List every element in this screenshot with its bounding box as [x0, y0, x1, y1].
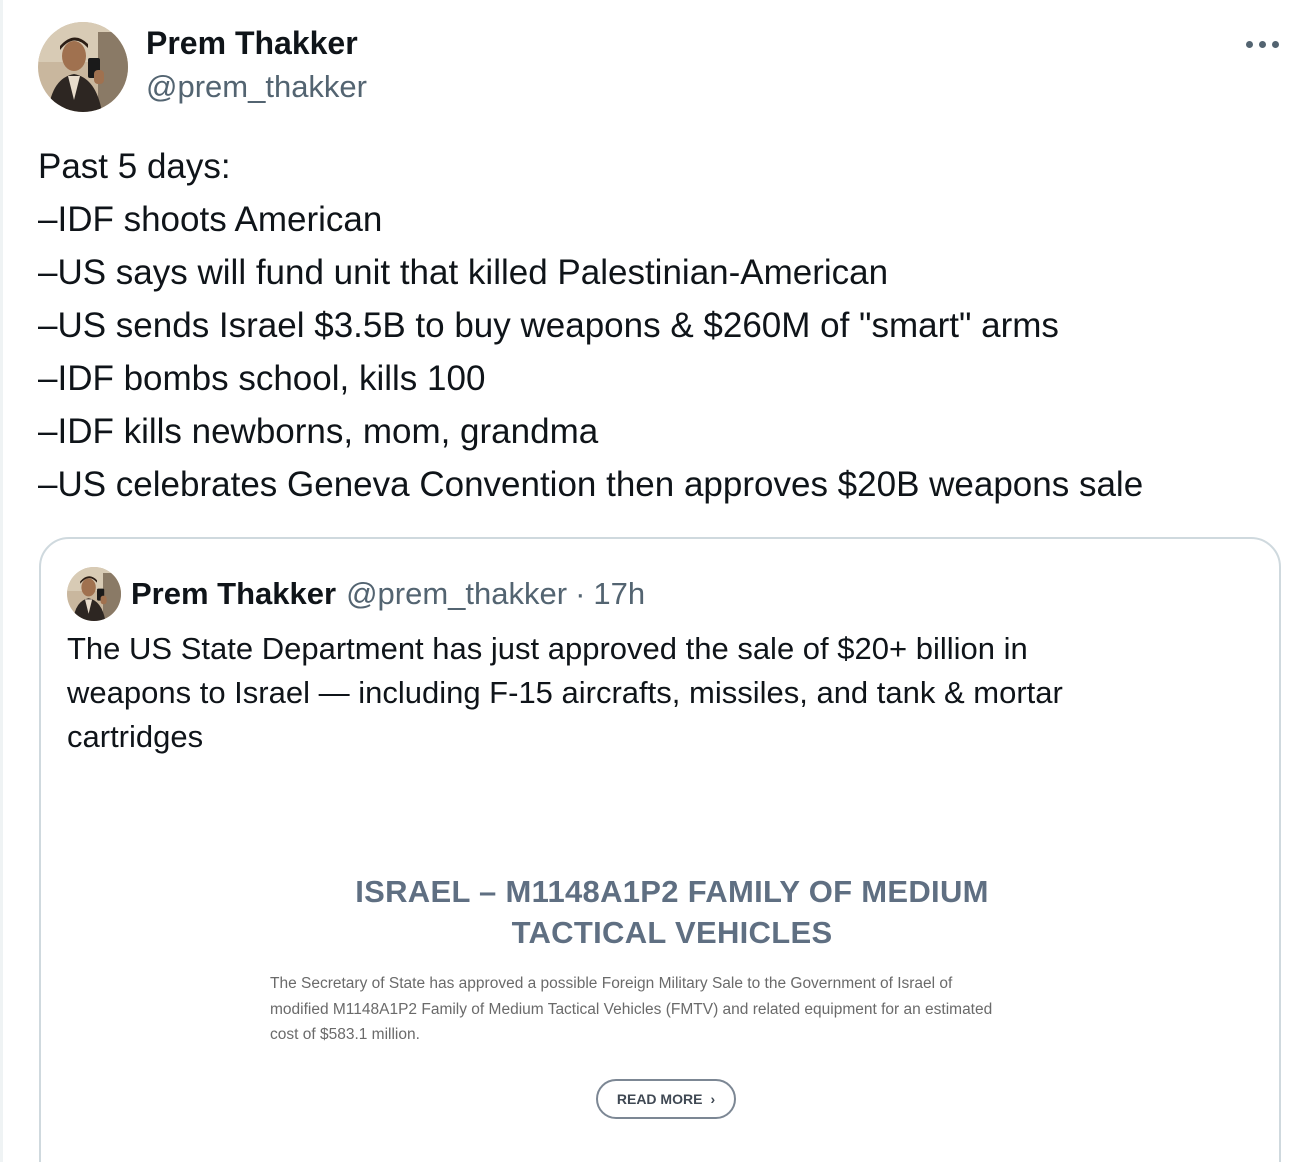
read-more-label: READ MORE	[616, 1091, 703, 1107]
media-title-line: TACTICAL VEHICLES	[511, 915, 833, 950]
author-avatar[interactable]	[38, 22, 128, 112]
media-desc-line: cost of $583.1 million.	[270, 1026, 420, 1043]
tweet-text-line: –IDF shoots American	[38, 200, 383, 239]
quoted-tweet-card[interactable]: Prem Thakker @prem_thakker · 17h The US …	[39, 537, 1281, 1162]
quoted-text-line: cartridges	[67, 719, 204, 754]
quoted-author-name[interactable]: Prem Thakker	[131, 576, 336, 612]
quoted-timestamp[interactable]: 17h	[593, 576, 645, 612]
more-dot	[1246, 41, 1253, 48]
quoted-text-line: weapons to Israel — including F-15 aircr…	[67, 675, 1063, 710]
media-title: ISRAEL – M1148A1P2 FAMILY OF MEDIUM TACT…	[41, 871, 1303, 953]
tweet-text-line: –US celebrates Geneva Convention then ap…	[38, 465, 1144, 504]
quoted-media-image[interactable]: ISRAEL – M1148A1P2 FAMILY OF MEDIUM TACT…	[41, 789, 1279, 1162]
more-dot	[1272, 41, 1279, 48]
quoted-author-handle[interactable]: @prem_thakker	[346, 576, 567, 612]
media-desc-line: modified M1148A1P2 Family of Medium Tact…	[270, 1000, 993, 1018]
user-avatar-photo-icon	[67, 567, 121, 621]
read-more-button[interactable]: READ MORE ›	[596, 1079, 736, 1119]
quoted-author-avatar[interactable]	[67, 567, 121, 621]
more-options-icon[interactable]	[1240, 30, 1284, 58]
author-handle[interactable]: @prem_thakker	[146, 68, 367, 106]
tweet-text-line: Past 5 days:	[38, 147, 231, 186]
tweet-text: Past 5 days: –IDF shoots American –US sa…	[38, 140, 1288, 511]
quoted-tweet-text: The US State Department has just approve…	[67, 627, 1247, 759]
tweet-text-line: –IDF kills newborns, mom, grandma	[38, 412, 599, 451]
tweet-text-line: –US sends Israel $3.5B to buy weapons & …	[38, 306, 1059, 345]
media-desc-line: The Secretary of State has approved a po…	[270, 975, 953, 992]
media-description: The Secretary of State has approved a po…	[270, 971, 1090, 1048]
tweet-text-line: –IDF bombs school, kills 100	[38, 359, 486, 398]
chevron-right-icon: ›	[710, 1091, 716, 1107]
quoted-text-line: The US State Department has just approve…	[67, 631, 1028, 666]
quoted-tweet-header: Prem Thakker @prem_thakker · 17h	[67, 567, 645, 621]
author-name[interactable]: Prem Thakker	[146, 24, 358, 62]
more-dot	[1259, 41, 1266, 48]
user-avatar-photo-icon	[38, 22, 128, 112]
separator-dot: ·	[575, 576, 586, 611]
tweet: Prem Thakker @prem_thakker Past 5 days: …	[0, 0, 1312, 1162]
media-title-line: ISRAEL – M1148A1P2 FAMILY OF MEDIUM	[355, 874, 989, 909]
tweet-text-line: –US says will fund unit that killed Pale…	[38, 253, 889, 292]
